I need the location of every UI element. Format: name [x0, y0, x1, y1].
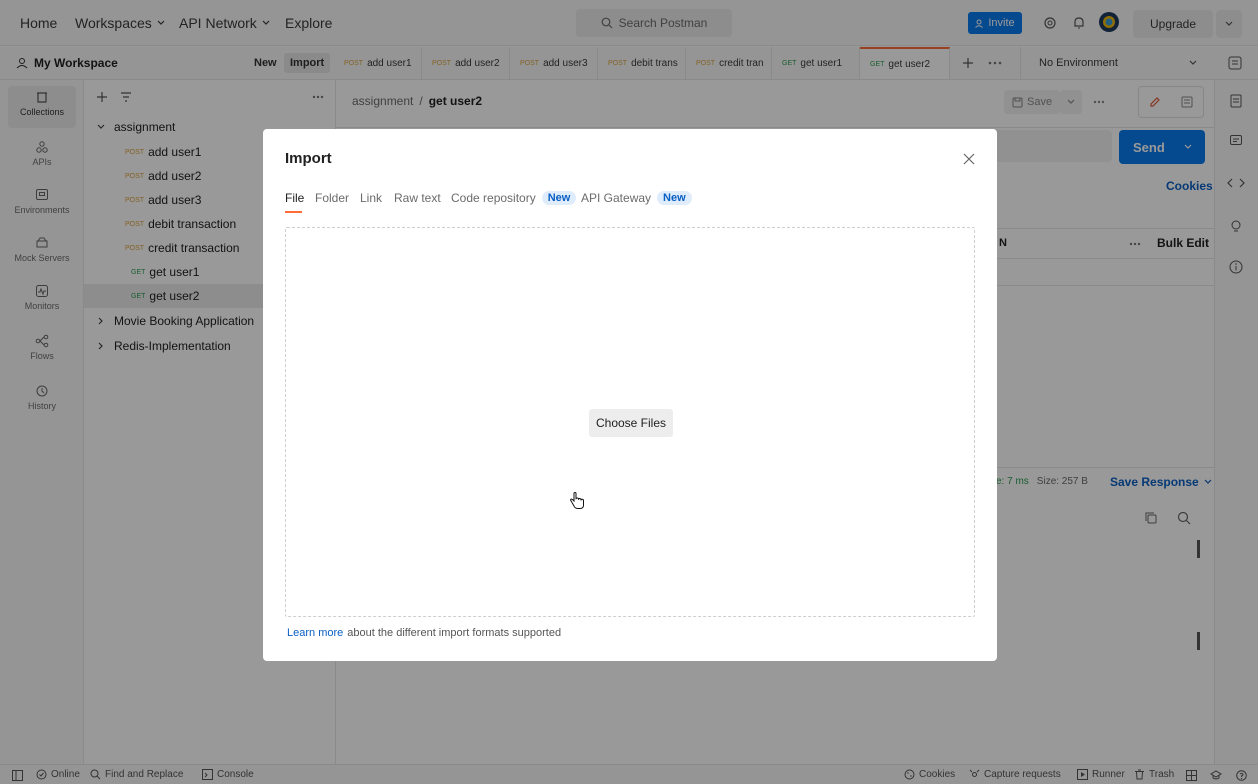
choose-files-button[interactable]: Choose Files	[589, 409, 673, 437]
dialog-footer: Learn more about the different import fo…	[287, 627, 561, 639]
file-drop-zone[interactable]: Choose Files	[285, 227, 975, 617]
tab-folder[interactable]: Folder	[315, 191, 349, 205]
tab-raw-text[interactable]: Raw text	[394, 191, 441, 205]
tab-file[interactable]: File	[285, 191, 304, 205]
new-badge: New	[657, 191, 692, 205]
dialog-title: Import	[285, 150, 332, 167]
tab-code-repository[interactable]: Code repository New	[451, 191, 577, 205]
footer-text: about the different import formats suppo…	[347, 627, 562, 639]
tab-api-gateway[interactable]: API Gateway New	[581, 191, 692, 205]
tab-link[interactable]: Link	[360, 191, 382, 205]
close-icon[interactable]	[963, 153, 975, 165]
learn-more-link[interactable]: Learn more	[287, 627, 343, 639]
new-badge: New	[541, 191, 577, 205]
active-tab-indicator	[285, 211, 302, 213]
hand-pointer-cursor-icon	[569, 492, 584, 509]
import-dialog: Import File Folder Link Raw text Code re…	[263, 129, 997, 661]
